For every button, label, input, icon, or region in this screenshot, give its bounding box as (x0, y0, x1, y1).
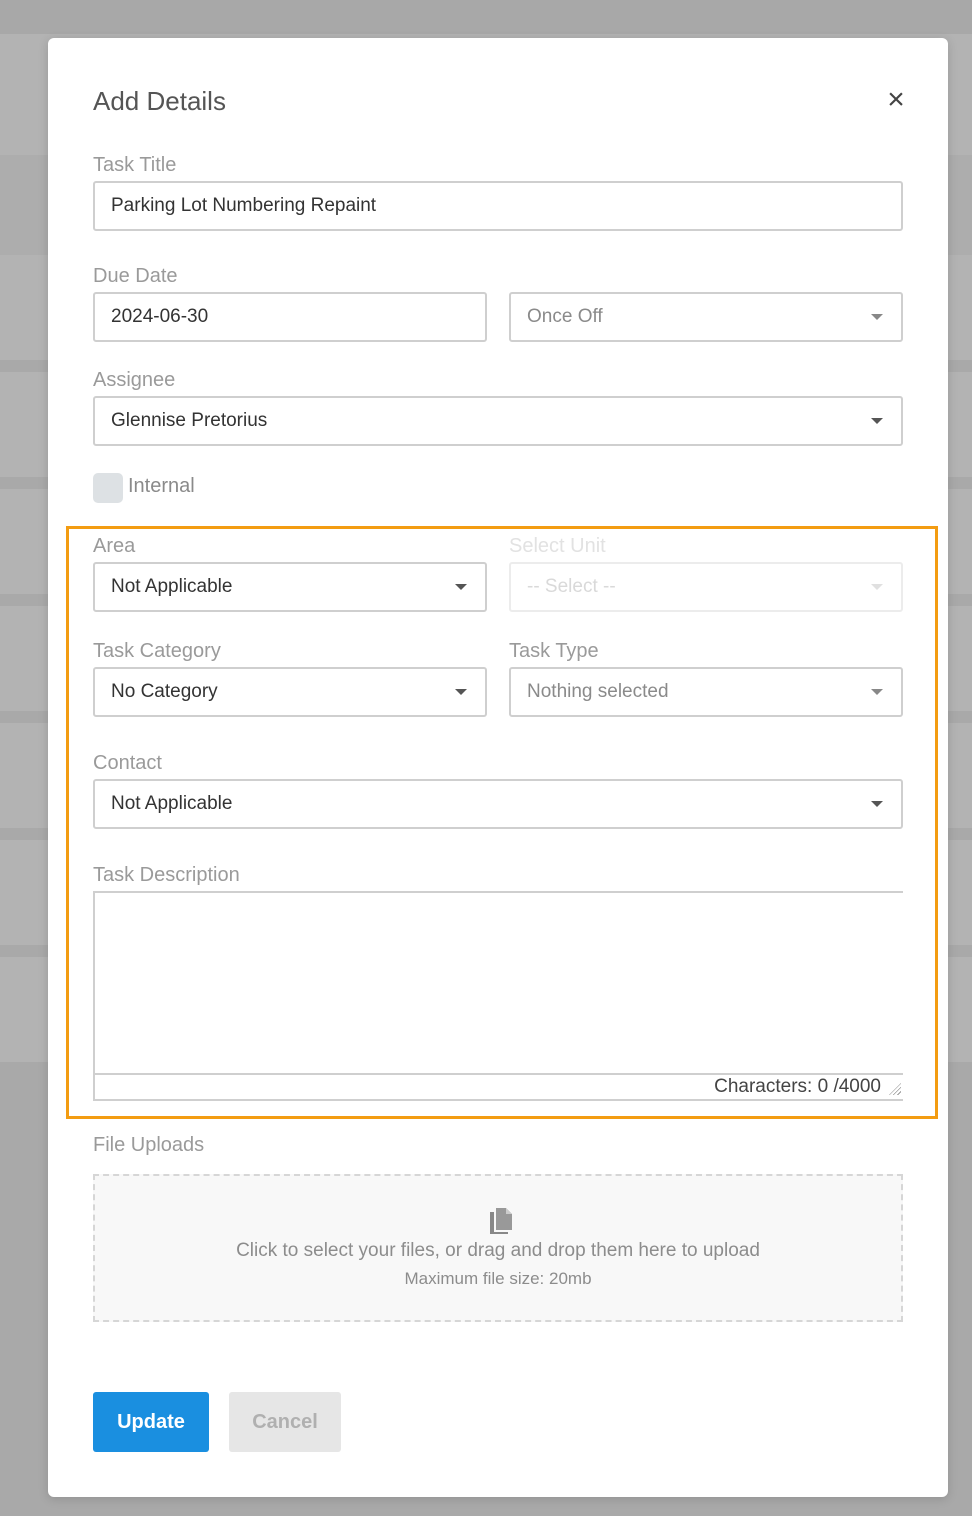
update-button[interactable]: Update (93, 1392, 209, 1452)
chevron-down-icon (455, 584, 467, 590)
area-label: Area (93, 535, 136, 557)
contact-select[interactable]: Not Applicable (93, 779, 903, 829)
cancel-button[interactable]: Cancel (229, 1392, 341, 1452)
dropzone-max-size: Maximum file size: 20mb (404, 1269, 592, 1288)
task-title-value: Parking Lot Numbering Repaint (111, 195, 377, 216)
task-type-value: Nothing selected (527, 681, 669, 702)
dropzone-instruction: Click to select your files, or drag and … (236, 1240, 760, 1261)
character-counter-text: Characters: 0 /4000 (714, 1076, 881, 1097)
file-uploads-label: File Uploads (93, 1134, 205, 1156)
chevron-down-icon (871, 689, 883, 695)
file-dropzone[interactable]: Click to select your files, or drag and … (93, 1174, 903, 1322)
chevron-down-icon (455, 689, 467, 695)
background-header (0, 0, 972, 34)
assignee-label: Assignee (93, 369, 176, 391)
file-copy-icon (490, 1208, 512, 1234)
chevron-down-icon (871, 314, 883, 320)
internal-checkbox[interactable] (93, 473, 123, 503)
task-description-label: Task Description (93, 864, 240, 886)
recurrence-select[interactable]: Once Off (509, 292, 903, 342)
select-unit-select: -- Select -- (509, 562, 903, 612)
chevron-down-icon (871, 584, 883, 590)
resize-handle-icon[interactable] (889, 1083, 901, 1095)
character-counter: Characters: 0 /4000 (95, 1073, 903, 1099)
due-date-value: 2024-06-30 (111, 306, 209, 327)
task-category-label: Task Category (93, 640, 221, 662)
contact-value: Not Applicable (111, 793, 233, 814)
close-icon[interactable]: × (882, 85, 910, 115)
modal-title: Add Details (93, 86, 226, 116)
chevron-down-icon (871, 801, 883, 807)
area-value: Not Applicable (111, 576, 233, 597)
task-title-label: Task Title (93, 154, 177, 176)
assignee-value: Glennise Pretorius (111, 410, 268, 431)
task-description-textarea[interactable]: Characters: 0 /4000 (93, 891, 903, 1101)
internal-label: Internal (128, 475, 195, 497)
due-date-label: Due Date (93, 265, 178, 287)
task-type-select[interactable]: Nothing selected (509, 667, 903, 717)
contact-label: Contact (93, 752, 162, 774)
task-category-value: No Category (111, 681, 218, 702)
assignee-select[interactable]: Glennise Pretorius (93, 396, 903, 446)
task-category-select[interactable]: No Category (93, 667, 487, 717)
recurrence-value: Once Off (527, 306, 603, 327)
chevron-down-icon (871, 418, 883, 424)
due-date-input[interactable]: 2024-06-30 (93, 292, 487, 342)
task-type-label: Task Type (509, 640, 599, 662)
task-title-input[interactable]: Parking Lot Numbering Repaint (93, 181, 903, 231)
select-unit-label: Select Unit (509, 535, 606, 557)
add-details-modal: Add Details × Task Title Parking Lot Num… (48, 38, 948, 1497)
select-unit-value: -- Select -- (527, 576, 616, 597)
area-select[interactable]: Not Applicable (93, 562, 487, 612)
